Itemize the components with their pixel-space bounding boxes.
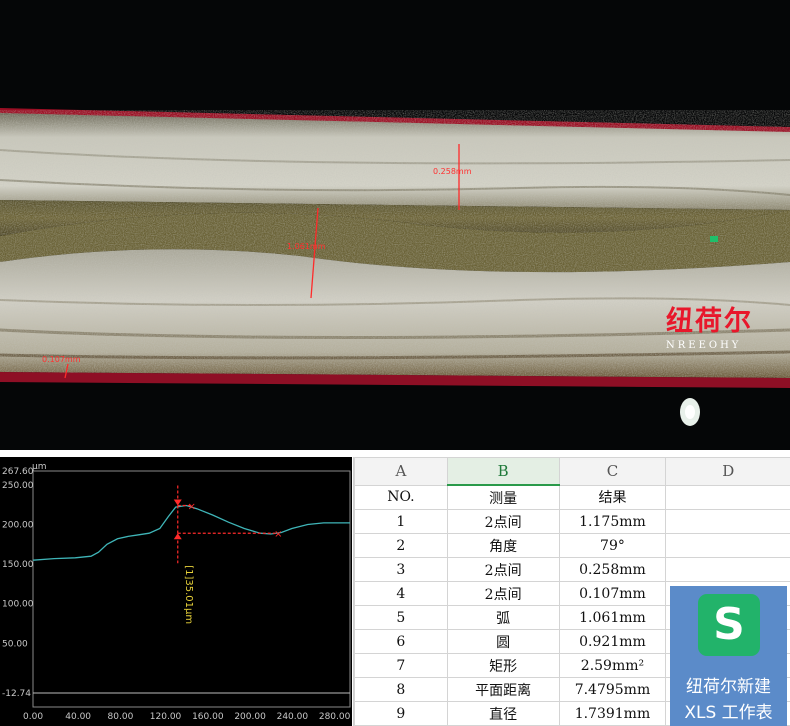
microscope-image: 0.258mm 1.061mm 0.107mm 纽荷尔 NREEOHY [0,0,790,450]
cell-a[interactable]: 1 [354,509,448,534]
cell-c[interactable]: 1.061mm [558,605,667,630]
y-tick-label: 200.00 [2,521,34,531]
x-tick-label: 40.00 [65,712,91,722]
cell-a[interactable]: 7 [354,653,448,678]
column-header-b[interactable]: B [446,457,560,486]
header-data-row: NO. 测量 结果 [354,484,790,510]
point-marker-icon: × [188,502,196,513]
column-header-c[interactable]: C [558,457,667,486]
y-tick-label: 150.00 [2,560,34,570]
cell-b[interactable]: 平面距离 [446,677,560,702]
cell-a[interactable]: 8 [354,677,448,702]
profile-chart: µm 267.60 250.00 200.00 150.00 100.00 50.00 -1… [0,457,352,726]
cell-b[interactable]: 2点间 [446,581,560,606]
cell-c[interactable]: 1.175mm [558,509,667,534]
cell-c[interactable]: 0.107mm [558,581,667,606]
cell-c[interactable]: 79° [558,533,667,558]
cell-b[interactable]: 直径 [446,701,560,726]
x-tick-label: 80.00 [108,712,134,722]
cell-a[interactable]: 9 [354,701,448,726]
y-tick-label: 267.60 [2,467,34,477]
y-tick-label: 250.00 [2,481,34,491]
wps-spreadsheet-icon: S [698,594,760,656]
cell-d[interactable] [665,484,790,510]
x-tick-label: 160.00 [192,712,224,722]
table-row: 3 2点间 0.258mm [354,557,790,582]
column-header-a[interactable]: A [354,457,448,486]
x-tick-label: 280.00 [319,712,351,722]
cell-c[interactable]: 0.921mm [558,629,667,654]
y-tick-label: 100.00 [2,600,34,610]
brand-name-en: NREEOHY [666,340,742,351]
cell-a[interactable]: 2 [354,533,448,558]
tile-label-line1: 纽荷尔新建 [686,677,771,697]
cell-a[interactable]: 3 [354,557,448,582]
table-row: 1 2点间 1.175mm [354,509,790,534]
cell-b[interactable]: 角度 [446,533,560,558]
measure-value-label: [1]35.01µm [183,565,194,624]
profile-chart-svg: µm 267.60 250.00 200.00 150.00 100.00 50.00 -1… [2,462,351,722]
microscope-photo [0,0,790,450]
cell-c[interactable]: 0.258mm [558,557,667,582]
column-header-d[interactable]: D [665,457,790,486]
x-tick-label: 120.00 [150,712,182,722]
point-marker-icon: × [274,529,282,540]
table-row: 2 角度 79° [354,533,790,558]
x-axis-ticks: 0.00 40.00 80.00 120.00 160.00 200.00 240.00 28… [23,712,351,722]
cell-c[interactable]: 1.7391mm [558,701,667,726]
cell-d[interactable] [665,533,790,558]
cell-b[interactable]: 测量 [446,484,560,510]
cell-a[interactable]: NO. [354,484,448,510]
cell-c[interactable]: 7.4795mm [558,677,667,702]
cell-b[interactable]: 圆 [446,629,560,654]
cell-b[interactable]: 弧 [446,605,560,630]
cell-a[interactable]: 5 [354,605,448,630]
cell-c[interactable]: 结果 [558,484,667,510]
measurement-label: 0.258mm [433,167,472,176]
column-header-row: A B C D [354,457,790,486]
cell-a[interactable]: 4 [354,581,448,606]
unit-label: µm [32,462,47,472]
x-tick-label: 240.00 [277,712,309,722]
y-tick-label: -12.74 [2,689,31,699]
wps-s-glyph: S [713,599,745,650]
y-axis-ticks: 267.60 250.00 200.00 150.00 100.00 50.00 -12.7… [2,467,34,699]
cell-b[interactable]: 2点间 [446,557,560,582]
cell-d[interactable] [665,509,790,534]
wps-new-xls-tile[interactable]: S 纽荷尔新建 XLS 工作表 [670,586,787,726]
cell-c[interactable]: 2.59mm² [558,653,667,678]
x-tick-label: 0.00 [23,712,43,722]
x-tick-label: 200.00 [234,712,266,722]
y-tick-label: 50.00 [2,639,28,649]
brand-name-cn: 纽荷尔 [666,306,753,337]
measurement-label: 0.107mm [42,355,81,364]
measurement-label: 1.061mm [287,242,326,251]
cell-a[interactable]: 6 [354,629,448,654]
cell-b[interactable]: 矩形 [446,653,560,678]
tile-label-line2: XLS 工作表 [684,703,773,723]
cell-b[interactable]: 2点间 [446,509,560,534]
cell-d[interactable] [665,557,790,582]
brand-logo: 纽荷尔 NREEOHY [666,306,776,351]
